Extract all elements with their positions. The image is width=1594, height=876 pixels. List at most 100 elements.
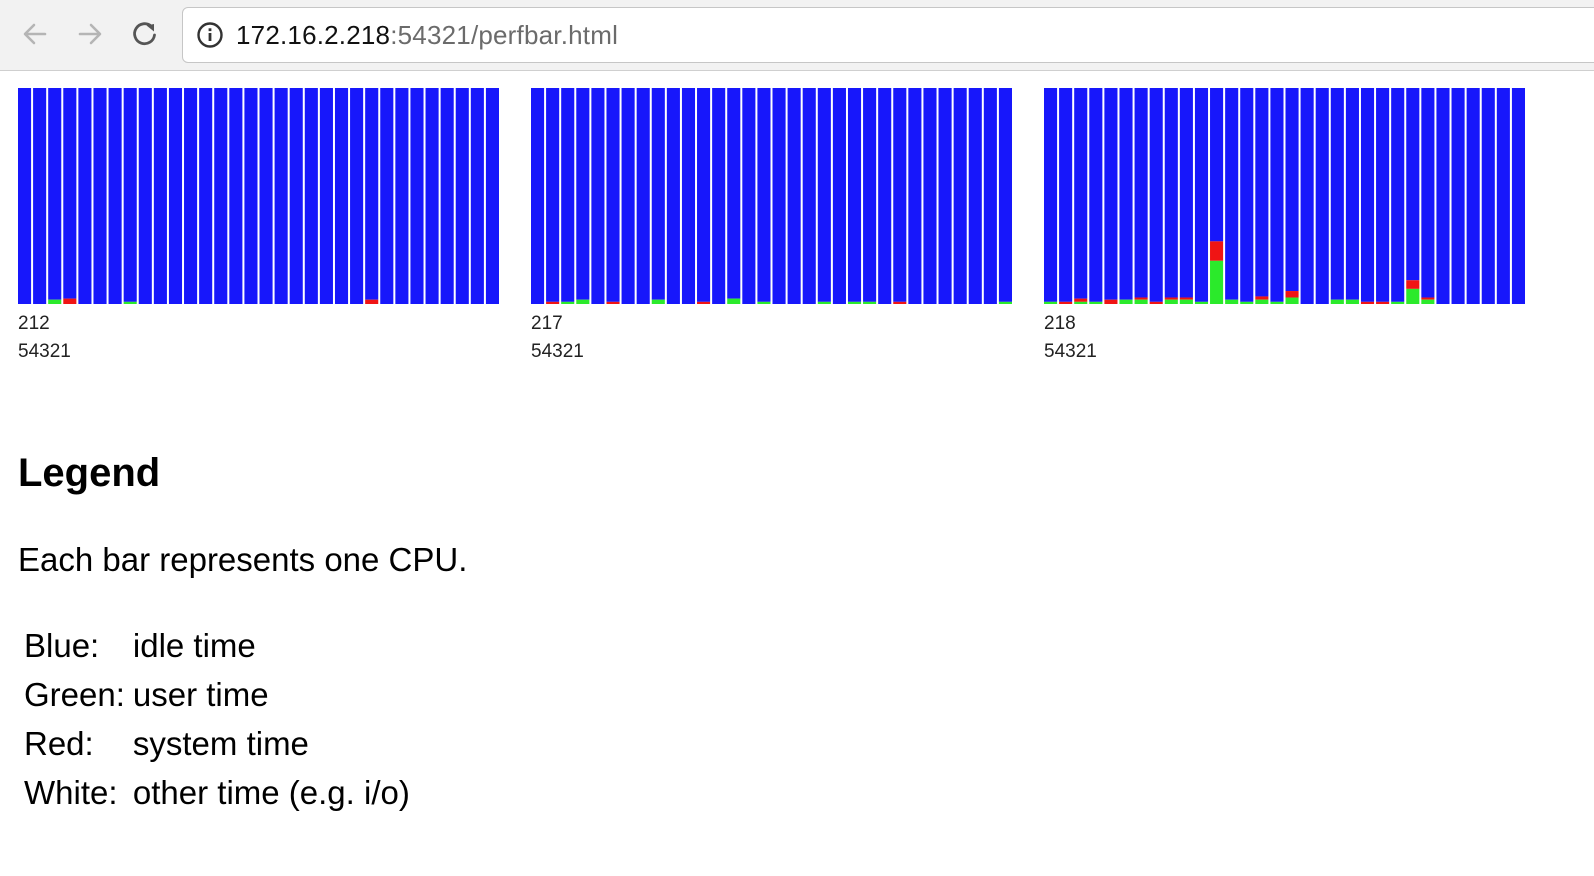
cpu-idle-segment bbox=[304, 88, 318, 304]
cpu-idle-segment bbox=[380, 88, 394, 304]
cpu-bar bbox=[1164, 88, 1178, 304]
cpu-idle-segment bbox=[485, 88, 499, 304]
cpu-user-segment bbox=[1421, 299, 1435, 304]
cpu-idle-segment bbox=[576, 88, 590, 300]
cpu-user-segment bbox=[1225, 299, 1239, 304]
cpu-bar bbox=[1210, 88, 1224, 304]
cpu-user-segment bbox=[561, 301, 575, 304]
cpu-bar bbox=[440, 88, 454, 304]
cpu-bar bbox=[259, 88, 273, 304]
cpu-bar bbox=[561, 88, 575, 304]
cpu-system-segment bbox=[1179, 297, 1193, 300]
cpu-bar bbox=[1074, 88, 1088, 304]
cpu-bar bbox=[425, 88, 439, 304]
cpu-bar bbox=[787, 88, 801, 304]
cpu-bar bbox=[1059, 88, 1073, 304]
cpu-idle-segment bbox=[1421, 88, 1435, 298]
cpu-bar bbox=[606, 88, 620, 304]
cpu-user-segment bbox=[1194, 301, 1209, 304]
cpu-idle-segment bbox=[93, 88, 107, 304]
cpu-idle-segment bbox=[123, 88, 137, 302]
legend-row: Red: system time bbox=[21, 719, 418, 768]
cpu-bar bbox=[878, 88, 892, 304]
cpu-bar bbox=[832, 88, 846, 304]
cpu-idle-segment bbox=[591, 88, 605, 304]
cpu-idle-segment bbox=[681, 88, 696, 304]
cpu-idle-segment bbox=[1059, 88, 1073, 302]
cpu-bar bbox=[1089, 88, 1103, 304]
cpu-bar bbox=[651, 88, 665, 304]
cpu-bar bbox=[1044, 88, 1058, 304]
url-path: :54321/perfbar.html bbox=[390, 20, 619, 50]
cpu-system-segment bbox=[606, 301, 620, 304]
cpu-idle-segment bbox=[334, 88, 349, 304]
cpu-user-segment bbox=[576, 299, 590, 304]
reload-button[interactable] bbox=[127, 15, 163, 53]
cpu-idle-segment bbox=[350, 88, 364, 304]
cpu-idle-segment bbox=[968, 88, 982, 304]
cpu-bar bbox=[531, 88, 545, 304]
cpu-idle-segment bbox=[395, 88, 409, 304]
cpu-bar bbox=[455, 88, 469, 304]
cpu-idle-segment bbox=[1210, 88, 1224, 242]
cpu-idle-segment bbox=[138, 88, 152, 304]
cpu-bar bbox=[863, 88, 877, 304]
cpu-bar bbox=[199, 88, 213, 304]
address-bar[interactable]: 172.16.2.218:54321/perfbar.html bbox=[182, 7, 1594, 63]
cpu-bar bbox=[365, 88, 379, 304]
legend-row: Blue: idle time bbox=[21, 621, 418, 670]
cpu-idle-segment bbox=[78, 88, 92, 304]
cpu-user-segment bbox=[1164, 299, 1178, 304]
cpu-idle-segment bbox=[636, 88, 650, 304]
cpu-bar bbox=[908, 88, 922, 304]
perfbar-chart-217 bbox=[531, 88, 1014, 304]
cpu-bar bbox=[1330, 88, 1344, 304]
cpu-system-segment bbox=[1210, 241, 1224, 261]
url-text[interactable]: 172.16.2.218:54321/perfbar.html bbox=[236, 20, 618, 50]
cpu-bar bbox=[802, 88, 816, 304]
perfbar-svg bbox=[18, 88, 499, 304]
forward-button[interactable] bbox=[72, 15, 108, 53]
cpu-bar bbox=[772, 88, 786, 304]
cpu-bar bbox=[591, 88, 605, 304]
cpu-bar bbox=[666, 88, 680, 304]
cpu-bar bbox=[48, 88, 62, 304]
cpu-idle-segment bbox=[863, 88, 877, 302]
info-icon[interactable] bbox=[196, 21, 224, 49]
legend-row: White: other time (e.g. i/o) bbox=[21, 768, 418, 817]
cpu-bar bbox=[1194, 88, 1209, 304]
cpu-bar bbox=[1496, 88, 1510, 304]
cpu-idle-segment bbox=[214, 88, 228, 304]
cpu-idle-segment bbox=[319, 88, 333, 304]
cpu-idle-segment bbox=[108, 88, 122, 304]
cpu-bar bbox=[1451, 88, 1465, 304]
cpu-bar bbox=[184, 88, 198, 304]
cpu-bar bbox=[410, 88, 424, 304]
perfbar-chart-218 bbox=[1044, 88, 1527, 304]
cpu-bar bbox=[153, 88, 167, 304]
cpu-system-segment bbox=[546, 301, 560, 304]
legend-meaning: other time (e.g. i/o) bbox=[132, 774, 410, 811]
cpu-idle-segment bbox=[425, 88, 439, 304]
cpu-system-segment bbox=[1164, 297, 1178, 300]
cpu-bar bbox=[304, 88, 318, 304]
cpu-idle-segment bbox=[727, 88, 741, 299]
cpu-system-segment bbox=[63, 298, 77, 304]
cpu-idle-segment bbox=[1089, 88, 1103, 302]
cpu-bar bbox=[983, 88, 997, 304]
cpu-user-segment bbox=[1255, 299, 1269, 304]
cpu-bar bbox=[168, 88, 183, 304]
cpu-bar bbox=[953, 88, 967, 304]
cpu-bar bbox=[712, 88, 726, 304]
cpu-idle-segment bbox=[697, 88, 711, 302]
cpu-bar bbox=[1345, 88, 1359, 304]
cpu-bar bbox=[968, 88, 982, 304]
legend-meaning: user time bbox=[132, 676, 269, 713]
cpu-idle-segment bbox=[651, 88, 665, 300]
cpu-bar bbox=[576, 88, 590, 304]
cpu-idle-segment bbox=[1179, 88, 1193, 298]
cpu-bar bbox=[244, 88, 258, 304]
back-button[interactable] bbox=[17, 15, 53, 53]
cpu-bar bbox=[1225, 88, 1239, 304]
cpu-bar bbox=[334, 88, 349, 304]
